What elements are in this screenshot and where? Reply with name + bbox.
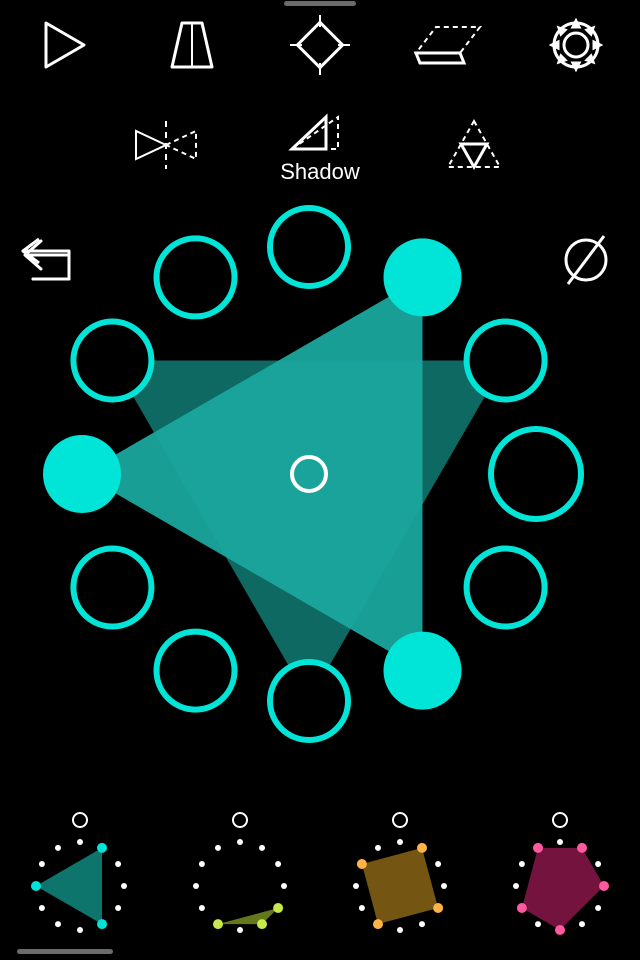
shadow-icon [284,105,356,161]
preset-thumbnail [342,832,458,940]
ring-node-selected[interactable] [43,435,121,513]
preset-active-underline [17,949,113,954]
triforce-icon [442,117,506,173]
reflect-button[interactable] [102,100,230,190]
preset-thumbnail [502,832,618,940]
preset-indicator-dot [392,812,408,828]
preset-thumbnail [22,832,138,940]
ring-node[interactable] [491,429,581,519]
parallelogram-icon [412,17,484,73]
preset-pentagon[interactable] [485,812,635,952]
preset-indicator-dot [232,812,248,828]
parallelogram-button[interactable] [400,5,496,85]
ring-node-selected[interactable] [384,238,462,316]
triforce-button[interactable] [410,100,538,190]
ring-node-selected[interactable] [384,632,462,710]
settings-button[interactable] [528,5,624,85]
preset-bar [0,810,640,960]
ring-node[interactable] [467,549,545,627]
preset-indicator-dot [72,812,88,828]
trapezoid-button[interactable] [144,5,240,85]
ring-node[interactable] [270,208,348,286]
shape-ring[interactable] [0,190,640,810]
shadow-label: Shadow [280,159,360,185]
preset-square[interactable] [325,812,475,952]
ring-node[interactable] [157,632,235,710]
play-button[interactable] [16,5,112,85]
ring-node[interactable] [73,322,151,400]
ring-node[interactable] [270,662,348,740]
play-icon [36,17,92,73]
diamond-button[interactable] [272,5,368,85]
reflect-icon [130,117,202,173]
toolbar-row-2: Shadow [0,90,640,200]
ring-node[interactable] [73,549,151,627]
shadow-button[interactable]: Shadow [256,100,384,190]
preset-thumbnail [182,832,298,940]
preset-indicator-dot [552,812,568,828]
trapezoid-icon [164,17,220,73]
ring-node[interactable] [157,238,235,316]
gear-icon [548,17,604,73]
toolbar-row-1 [0,0,640,90]
ring-node[interactable] [467,322,545,400]
preset-triangle[interactable] [5,812,155,952]
diamond-icon [288,13,352,77]
preset-triangle-small[interactable] [165,812,315,952]
